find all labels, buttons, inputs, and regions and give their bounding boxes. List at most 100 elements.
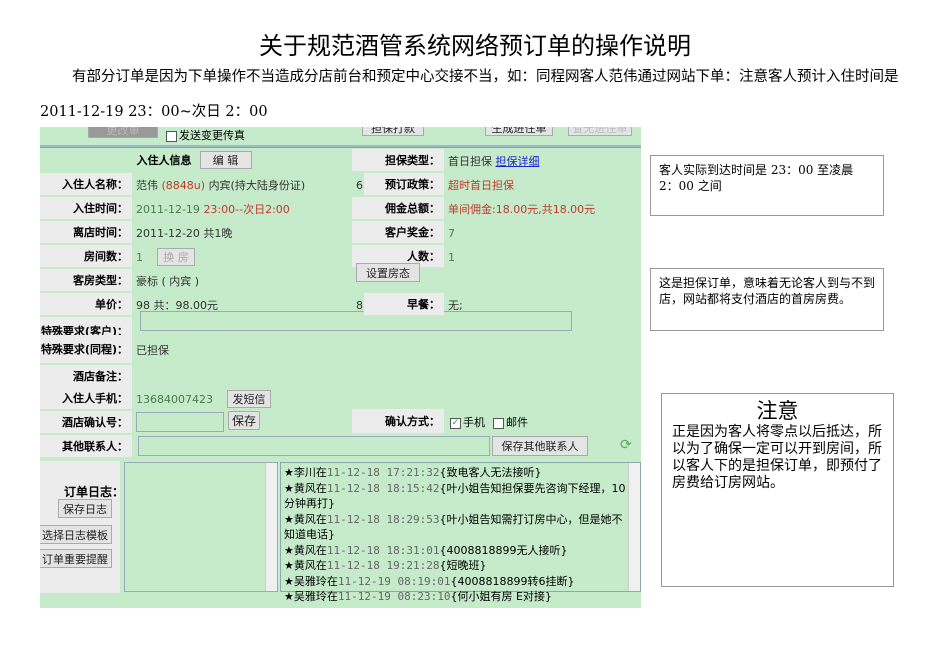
email-option-label: 邮件 <box>506 416 528 429</box>
log-m: {短晚班} <box>439 559 487 572</box>
log-m: {4008818899无人接听} <box>439 543 568 557</box>
log-m: {何小姐有房 E对接} <box>450 590 552 603</box>
log-who: ★吴雅玲在 <box>284 590 338 603</box>
confirm-number-label: 酒店确认号： <box>40 411 132 435</box>
send-sms-button[interactable]: 发短信 <box>226 390 271 408</box>
log-m: {4008818899转6挂断} <box>450 574 575 588</box>
order-screenshot: 更改单 发送变更传真 担保打款 生成进住单 查无进住单 入住人信息编 辑 入住人… <box>40 127 641 608</box>
log-history[interactable]: ★李川在11-12-18 17:21:32{致电客人无法接听} ★黄风在11-12… <box>280 462 641 603</box>
other-contact-input[interactable] <box>138 436 490 456</box>
view-checkin-button[interactable]: 查无进住单 <box>568 127 632 136</box>
row-number: 8 <box>356 298 363 312</box>
log-entry: ★李川在11-12-18 17:21:32{致电客人无法接听} <box>284 465 626 481</box>
swap-room-button[interactable]: 换 房 <box>157 248 195 266</box>
checkout-time-label: 离店时间： <box>40 221 132 245</box>
send-fax-label: 发送变更传真 <box>179 129 245 142</box>
commission-label: 佣金总额： <box>352 197 444 221</box>
log-t: 11-12-18 18:15:42 <box>326 481 440 495</box>
note-body: 正是因为客人将零点以后抵达，所以为了确保一定可以开到房间，所以客人下的是担保订单… <box>672 424 882 491</box>
rooms-label: 房间数： <box>40 245 132 269</box>
log-entry: ★黄风在11-12-18 18:29:53{叶小姐告知需打订房中心，但是她不知道… <box>284 512 626 543</box>
log-t: 11-12-18 17:21:32 <box>326 466 440 479</box>
log-t: 11-12-18 18:29:53 <box>326 512 440 526</box>
log-input[interactable] <box>124 462 278 592</box>
room-type-value: 豪标 ( 内宾 ) <box>136 275 200 288</box>
guest-phone: 13684007423 <box>136 392 213 406</box>
log-who: ★黄风在 <box>284 559 327 572</box>
log-t: 11-12-18 19:21:28 <box>326 559 440 572</box>
guest-name-value: 范伟 (8848u) 内宾(持大陆身份证) <box>132 173 305 197</box>
note-title: 注意 <box>756 399 799 423</box>
log-t: 11-12-19 08:23:10 <box>337 590 451 603</box>
generate-checkin-button[interactable]: 生成进住单 <box>485 127 553 136</box>
log-entry: ★黄风在11-12-18 19:21:28{短晚班} <box>284 558 626 574</box>
log-m: {致电客人无法接听} <box>439 466 542 479</box>
log-who: ★黄风在 <box>284 512 327 526</box>
intro-paragraph: 有部分订单是因为下单操作不当造成分店前台和预定中心交接不当，如：同程网客人范伟通… <box>40 69 899 120</box>
guest-code: (8848u) <box>161 178 206 192</box>
guest-info-label: 入住人信息 <box>136 154 192 167</box>
change-order-button[interactable]: 更改单 <box>88 127 158 138</box>
guarantee-detail-link[interactable]: 担保详细 <box>496 153 540 169</box>
order-log-label: 订单日志： <box>64 485 125 499</box>
checkin-window: 23:00--次日2:00 <box>203 203 290 216</box>
price-label: 单价： <box>40 293 132 317</box>
guest-phone-label: 入住人手机： <box>40 387 132 411</box>
log-who: ★黄风在 <box>284 543 327 557</box>
room-type-label: 客房类型： <box>40 269 132 293</box>
breakfast-label: 早餐： <box>364 293 444 317</box>
breakfast-value: 无; <box>448 299 463 312</box>
log-who: ★李川在 <box>284 466 327 479</box>
log-who: ★吴雅玲在 <box>284 574 338 588</box>
phone-option-label: 手机 <box>463 416 485 429</box>
rooms-count: 1 <box>136 250 143 264</box>
edit-button[interactable]: 编 辑 <box>199 151 252 169</box>
log-entry: ★黄风在11-12-18 18:31:01{4008818899无人接听} <box>284 543 626 559</box>
guarantee-type-label: 担保类型： <box>352 149 444 173</box>
other-contact-label: 其他联系人： <box>40 435 132 459</box>
send-fax-checkbox[interactable]: 发送变更传真 <box>166 127 245 143</box>
special-req-tongcheng-value: 已担保 <box>136 344 169 357</box>
document-title: 关于规范酒管系统网络预订单的操作说明 <box>259 32 691 60</box>
row-number: 6 <box>356 178 363 192</box>
confirm-number-input[interactable] <box>136 412 224 432</box>
callout-guarantee: 这是担保订单，意味着无论客人到与不到店，网站都将支付酒店的首房房费。 <box>650 268 884 331</box>
checkin-date: 2011-12-19 <box>136 202 200 216</box>
checkin-time-label: 入住时间： <box>40 197 132 221</box>
callout-arrival: 客人实际到达时间是 23：00 至凌晨 2：00 之间 <box>650 155 884 216</box>
log-entry: ★吴雅玲在11-12-19 08:19:01{4008818899转6挂断} <box>284 574 626 590</box>
callout-note: 注意 正是因为客人将零点以后抵达，所以为了确保一定可以开到房间，所以客人下的是担… <box>661 393 894 587</box>
bonus-value: 7 <box>448 226 455 240</box>
save-confirm-button[interactable]: 保存 <box>228 411 260 430</box>
commission-value: 单间佣金:18.00元,共18.00元 <box>448 203 596 216</box>
confirm-method-options: ✓ 手机 邮件 <box>446 409 528 435</box>
important-reminder-button[interactable]: 订单重要提醒 <box>40 549 112 568</box>
hotel-note-label: 酒店备注： <box>40 365 132 389</box>
guarantee-type: 首日担保 <box>448 155 492 168</box>
guest-id-type: 内宾(持大陆身份证) <box>208 179 306 192</box>
refresh-icon[interactable]: ⟳ <box>620 437 632 453</box>
log-t: 11-12-18 18:31:01 <box>326 543 440 557</box>
log-entry: ★吴雅玲在11-12-19 08:23:10{何小姐有房 E对接} <box>284 589 626 605</box>
set-room-status-button[interactable]: 设置房态 <box>356 263 420 282</box>
guarantee-type-value: 首日担保 担保详细 <box>444 149 540 173</box>
guarantee-pay-button[interactable]: 担保打款 <box>362 127 424 136</box>
checkin-time-value: 2011-12-19 23:00--次日2:00 <box>132 197 290 221</box>
guest-name-label: 入住人名称： <box>40 173 132 197</box>
guest-phone-value: 13684007423 发短信 <box>132 387 271 411</box>
save-log-button[interactable]: 保存日志 <box>58 499 112 518</box>
log-entry: ★黄风在11-12-18 18:15:42{叶小姐告知担保要先咨询下经理，10分… <box>284 481 626 512</box>
divider <box>40 145 641 148</box>
phone-checkbox[interactable]: ✓ 手机 <box>450 414 485 430</box>
rooms-value: 1 换 房 <box>132 245 195 269</box>
confirm-method-label: 确认方式： <box>352 409 444 435</box>
log-template-button[interactable]: 选择日志模板 <box>40 525 112 544</box>
log-t: 11-12-19 08:19:01 <box>337 574 451 588</box>
special-req-tongcheng-label: 特殊要求(同程)： <box>40 335 132 365</box>
policy-label: 预订政策： <box>364 173 444 197</box>
guest-name: 范伟 <box>136 179 158 192</box>
bonus-label: 客户奖金： <box>352 221 444 245</box>
email-checkbox[interactable]: 邮件 <box>493 414 528 430</box>
log-who: ★黄风在 <box>284 481 327 495</box>
save-other-contact-button[interactable]: 保存其他联系人 <box>492 436 588 456</box>
